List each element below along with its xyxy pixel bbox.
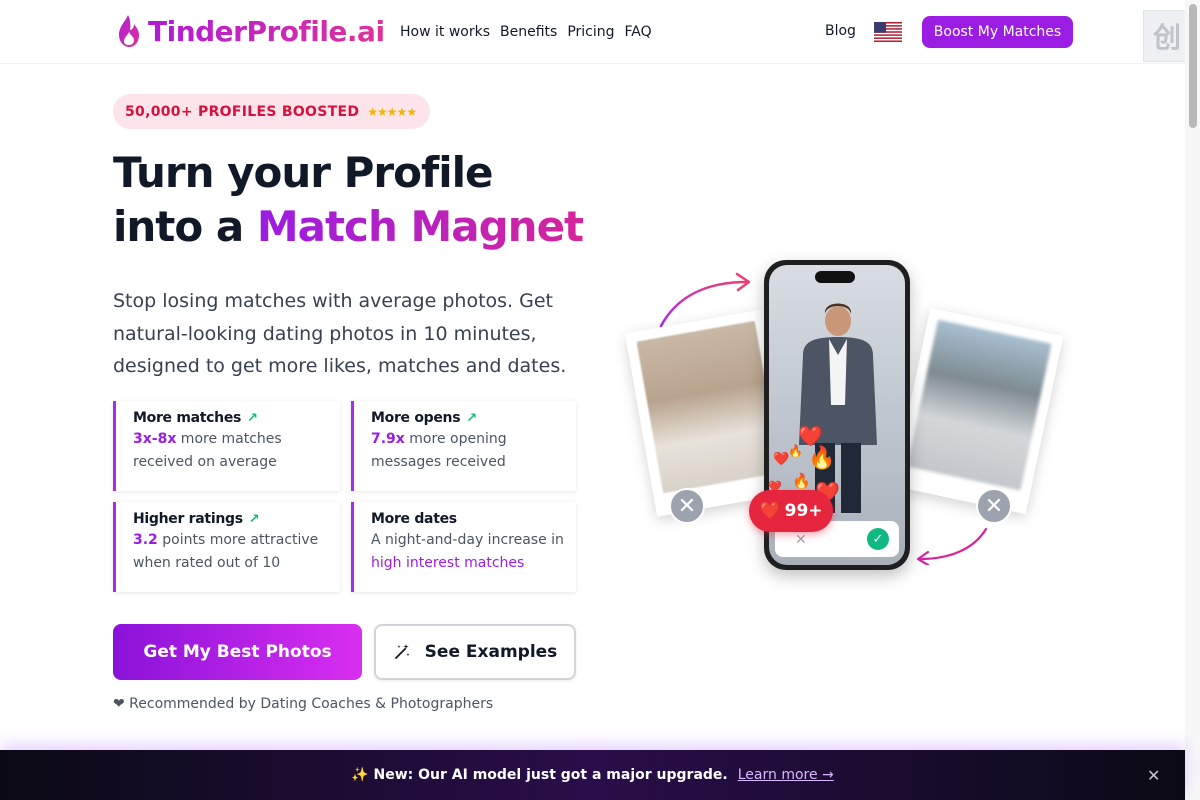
get-best-photos-button[interactable]: Get My Best Photos: [113, 624, 362, 680]
close-icon: ✕: [669, 488, 705, 524]
page-scrollbar[interactable]: [1185, 0, 1200, 800]
scrollbar-thumb[interactable]: [1189, 4, 1197, 128]
stat-highlight: 3x-8x: [133, 431, 177, 447]
fire-icon: 🔥: [792, 472, 811, 490]
stat-text: points more attractive when rated out of…: [133, 532, 319, 571]
banner-message: ✨ New: Our AI model just got a major upg…: [351, 767, 728, 783]
dislike-icon[interactable]: ✕: [795, 532, 807, 548]
stat-text: A night-and-day increase in: [371, 532, 564, 548]
boost-matches-button[interactable]: Boost My Matches: [922, 16, 1073, 48]
nav-link-how-it-works[interactable]: How it works: [400, 24, 490, 40]
announcement-banner: ✨ New: Our AI model just got a major upg…: [0, 750, 1185, 800]
before-photo: [636, 320, 782, 494]
brand-name: TinderProfile.ai: [148, 14, 385, 48]
heart-icon: ❤️: [759, 501, 781, 521]
hero-title-accent: Match Magnet: [256, 202, 584, 251]
stat-card-dates: More dates A night-and-day increase in h…: [351, 502, 576, 592]
blurred-photo-card: [892, 307, 1064, 515]
hero-title-line1: Turn your Profile: [113, 148, 494, 197]
stat-highlight: 7.9x: [371, 431, 405, 447]
blurred-photo: [906, 319, 1052, 491]
see-examples-button[interactable]: See Examples: [374, 624, 576, 680]
see-examples-label: See Examples: [424, 642, 558, 662]
hero-subtitle: Stop losing matches with average photos.…: [113, 290, 567, 377]
trend-up-icon: ↗: [466, 410, 477, 426]
match-count: 99+: [784, 501, 823, 521]
heart-icon: ❤️: [773, 452, 790, 467]
stat-title: More opens: [371, 410, 461, 426]
hero-title: Turn your Profile into a Match Magnet: [113, 146, 584, 254]
top-navigation: TinderProfile.ai How it works Benefits P…: [0, 0, 1185, 64]
nav-links: How it works Benefits Pricing FAQ: [400, 24, 652, 40]
brand-logo[interactable]: TinderProfile.ai: [116, 14, 385, 48]
profiles-boosted-badge: 50,000+ PROFILES BOOSTED ★★★★★: [113, 94, 431, 129]
stat-highlight: 3.2: [133, 532, 158, 548]
rating-stars-icon: ★★★★★: [367, 104, 417, 119]
fire-icon: 🔥: [808, 446, 836, 471]
fire-icon: 🔥: [788, 444, 803, 458]
trend-up-icon: ↗: [248, 511, 260, 527]
stat-card-ratings: Higher ratings ↗ 3.2 points more attracti…: [113, 502, 340, 592]
close-icon: ✕: [976, 488, 1012, 524]
badge-label: 50,000+ PROFILES BOOSTED: [125, 103, 360, 120]
banner-learn-more-link[interactable]: Learn more →: [738, 767, 834, 783]
arrow-swoosh-icon: [916, 527, 988, 565]
trend-up-icon: ↗: [247, 410, 258, 426]
phone-notch: [815, 271, 855, 283]
match-count-badge: ❤️ 99+: [749, 490, 833, 532]
nav-link-faq[interactable]: FAQ: [625, 24, 652, 40]
stat-card-opens: More opens ↗ 7.9x more opening messages r…: [351, 401, 576, 491]
magic-wand-icon: [394, 644, 410, 659]
translate-widget-icon[interactable]: 创: [1143, 10, 1191, 62]
stat-title: Higher ratings: [133, 511, 243, 527]
nav-link-blog[interactable]: Blog: [825, 23, 856, 39]
us-flag-icon[interactable]: [874, 22, 902, 42]
stat-card-matches: More matches ↗ 3x-8x more matches receive…: [113, 401, 340, 491]
check-icon[interactable]: ✓: [867, 528, 889, 550]
close-icon[interactable]: ✕: [1147, 766, 1160, 785]
hero-title-line2-prefix: into a: [113, 202, 257, 251]
high-interest-matches-link[interactable]: high interest matches: [371, 555, 524, 571]
recommended-note: ❤ Recommended by Dating Coaches & Photog…: [113, 696, 494, 712]
flame-logo-icon: [119, 15, 139, 47]
stat-title: More matches: [133, 410, 242, 426]
stat-title: More dates: [371, 511, 457, 527]
nav-link-benefits[interactable]: Benefits: [500, 24, 557, 40]
nav-link-pricing[interactable]: Pricing: [567, 24, 614, 40]
